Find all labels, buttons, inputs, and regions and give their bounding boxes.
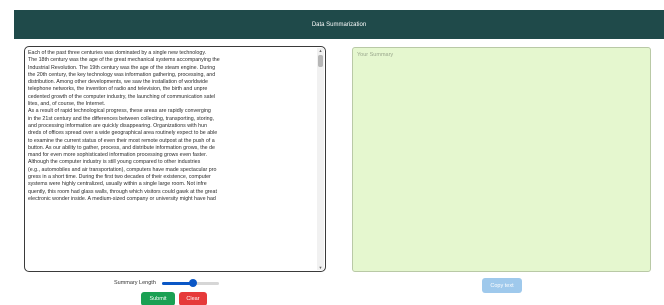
page-top-strip xyxy=(0,0,664,10)
slider-thumb[interactable] xyxy=(189,279,198,287)
summary-length-slider[interactable] xyxy=(161,279,219,287)
copy-text-button[interactable]: Copy text xyxy=(482,278,522,293)
summary-length-control: Summary Length xyxy=(114,278,219,288)
summary-placeholder: Your Summary xyxy=(357,52,394,58)
app-title: Data Summarization xyxy=(311,21,367,28)
app-header: Data Summarization xyxy=(14,10,664,39)
scroll-down-arrow-icon[interactable]: ▼ xyxy=(318,265,323,270)
source-text-area[interactable]: Each of the past three centuries was dom… xyxy=(24,46,326,272)
summary-output-area[interactable]: Your Summary xyxy=(352,47,651,272)
scroll-up-arrow-icon[interactable]: ▲ xyxy=(318,48,323,53)
submit-button[interactable]: Submit xyxy=(141,292,175,305)
summary-length-label: Summary Length xyxy=(114,280,156,286)
clear-button[interactable]: Clear xyxy=(179,292,207,305)
vertical-scrollbar[interactable]: ▲ ▼ xyxy=(317,48,324,270)
scrollbar-thumb[interactable] xyxy=(318,55,323,67)
source-text[interactable]: Each of the past three centuries was dom… xyxy=(28,50,316,268)
